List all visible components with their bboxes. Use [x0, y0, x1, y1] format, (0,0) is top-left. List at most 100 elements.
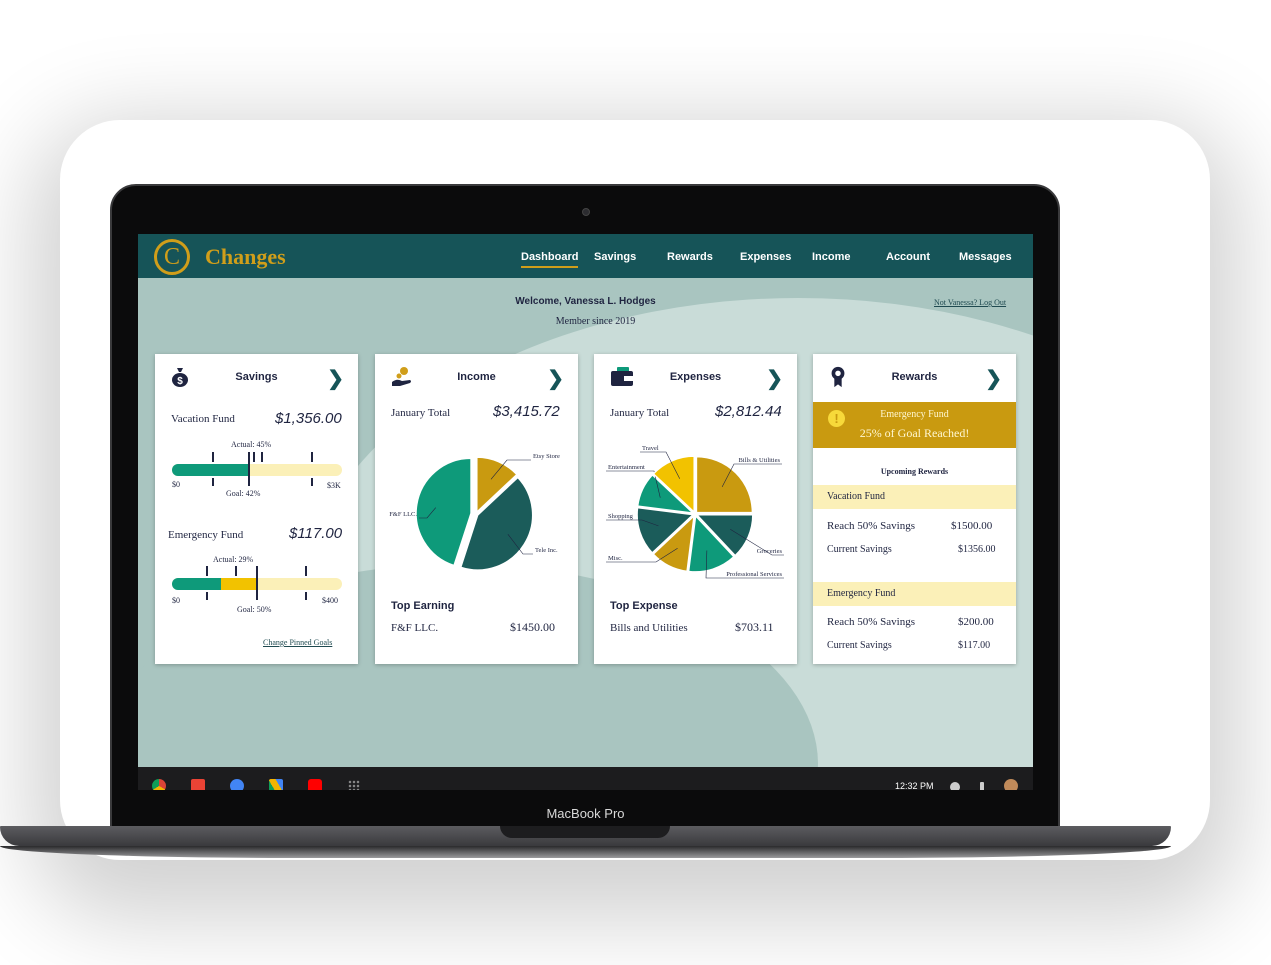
logout-link[interactable]: Not Vanessa? Log Out: [934, 298, 1006, 307]
chevron-right-icon[interactable]: ❯: [985, 366, 1002, 391]
min-label: $0: [172, 480, 180, 489]
period-total: $3,415.72: [493, 403, 560, 420]
youtube-icon[interactable]: [308, 779, 322, 790]
laptop-base-lip: [0, 846, 1171, 858]
laptop-notch: [500, 826, 670, 838]
os-taskbar: 12:32 PM: [138, 767, 1033, 790]
goal-alert[interactable]: ! Emergency Fund 25% of Goal Reached!: [813, 402, 1016, 448]
pie-label: Shopping: [608, 513, 634, 520]
progress-fill: [172, 578, 222, 590]
pie-label: Travel: [642, 445, 659, 452]
chevron-right-icon[interactable]: ❯: [327, 366, 344, 391]
chevron-right-icon[interactable]: ❯: [547, 366, 564, 391]
max-label: $400: [322, 596, 338, 605]
alert-text: 25% of Goal Reached!: [859, 426, 970, 440]
target-label: Reach 50% Savings: [827, 616, 915, 628]
pie-label: Professional Services: [726, 571, 782, 578]
expenses-pie-chart: Bills & Utilities Groceries Professional S…: [606, 445, 784, 579]
top-earning-label: Top Earning: [391, 600, 455, 612]
goal-marker: [256, 566, 258, 600]
expenses-card: Expenses ❯ January Total $2,812.44 Bills…: [594, 354, 797, 664]
tick-mark: [311, 478, 313, 486]
clock[interactable]: 12:32 PM: [895, 781, 934, 790]
welcome-text: Welcome, Vanessa L. Hodges: [515, 296, 656, 307]
top-earning-amount: $1450.00: [510, 620, 555, 634]
wifi-icon[interactable]: [950, 782, 960, 790]
top-navbar: C Changes Dashboard Savings Rewards Expe…: [138, 234, 1033, 278]
tick-mark: [305, 566, 307, 576]
current-value: $117.00: [958, 640, 991, 651]
tick-mark: [206, 566, 208, 576]
google-icon[interactable]: [230, 779, 244, 790]
savings-card: $ Savings ❯ Vacation Fund $1,356.00 Actu…: [155, 354, 358, 664]
current-label: Current Savings: [827, 544, 892, 555]
goal-gap-fill: [221, 578, 257, 590]
goal-label: Goal: 50%: [237, 605, 272, 614]
goal-marker: [253, 452, 255, 462]
screen: C Changes Dashboard Savings Rewards Expe…: [138, 234, 1033, 790]
goal-label: Goal: 42%: [226, 489, 261, 498]
nav-income[interactable]: Income: [812, 251, 851, 263]
chevron-right-icon[interactable]: ❯: [766, 366, 783, 391]
drive-icon[interactable]: [269, 779, 283, 790]
min-label: $0: [172, 596, 180, 605]
tick-mark: [212, 452, 214, 462]
pie-label: F&F LLC.: [389, 511, 417, 518]
gmail-icon[interactable]: [191, 779, 205, 790]
goal-amount: $117.00: [289, 525, 343, 542]
pie-label: Tele Inc.: [535, 547, 558, 554]
actual-marker: [248, 452, 250, 486]
alert-title: Emergency Fund: [880, 409, 949, 420]
max-label: $3K: [327, 481, 341, 490]
actual-label: Actual: 45%: [231, 440, 272, 449]
actual-label: Actual: 29%: [213, 555, 254, 564]
device-label: MacBook Pro: [546, 806, 625, 821]
target-value: $200.00: [958, 616, 994, 628]
fund-name: Vacation Fund: [827, 491, 886, 502]
avatar[interactable]: [1004, 779, 1018, 790]
fund-name: Emergency Fund: [827, 588, 896, 599]
pie-label: Etsy Store: [533, 453, 560, 460]
actual-marker: [235, 566, 237, 576]
member-since: Member since 2019: [555, 316, 636, 327]
goal-name: Vacation Fund: [171, 413, 235, 425]
pie-slice[interactable]: [415, 457, 472, 567]
nav-expenses[interactable]: Expenses: [740, 251, 791, 263]
logo-icon[interactable]: C: [154, 239, 190, 275]
period-label: January Total: [391, 407, 451, 419]
nav-account[interactable]: Account: [886, 251, 930, 263]
goal-name: Emergency Fund: [168, 529, 244, 541]
pie-label: Bills & Utilities: [738, 457, 780, 464]
current-value: $1356.00: [958, 544, 996, 555]
nav-rewards[interactable]: Rewards: [667, 251, 713, 263]
nav-savings[interactable]: Savings: [594, 251, 636, 263]
progress-fill: [172, 464, 249, 476]
period-total: $2,812.44: [715, 403, 782, 420]
target-label: Reach 50% Savings: [827, 520, 915, 532]
nav-messages[interactable]: Messages: [959, 251, 1012, 263]
battery-icon[interactable]: [980, 782, 984, 790]
launcher-grid-icon[interactable]: [348, 780, 360, 790]
top-expense-name: Bills and Utilities: [610, 622, 688, 634]
top-expense-label: Top Expense: [610, 600, 678, 612]
progress-bar: [172, 464, 342, 476]
nav-dashboard[interactable]: Dashboard: [521, 251, 579, 268]
income-pie-chart: Etsy Store Tele Inc. F&F LLC.: [389, 453, 560, 571]
period-label: January Total: [610, 407, 670, 419]
current-label: Current Savings: [827, 640, 892, 651]
goal-amount: $1,356.00: [275, 410, 342, 427]
change-goals-link[interactable]: Change Pinned Goals: [263, 638, 332, 647]
pie-label: Entertainment: [608, 464, 645, 471]
tick-mark: [206, 592, 208, 600]
app-name[interactable]: Changes: [205, 244, 286, 270]
chrome-icon[interactable]: [152, 779, 166, 790]
rewards-card: Rewards ❯ ! Emergency Fund 25% of Goal R…: [813, 354, 1016, 664]
upcoming-label: Upcoming Rewards: [880, 467, 949, 476]
pie-label: Misc.: [608, 555, 623, 562]
top-earning-name: F&F LLC.: [391, 622, 439, 634]
tick-mark: [212, 478, 214, 486]
tick-mark: [305, 592, 307, 600]
camera-icon: [582, 208, 590, 216]
top-expense-amount: $703.11: [735, 620, 774, 634]
pie-slice[interactable]: [695, 455, 754, 514]
